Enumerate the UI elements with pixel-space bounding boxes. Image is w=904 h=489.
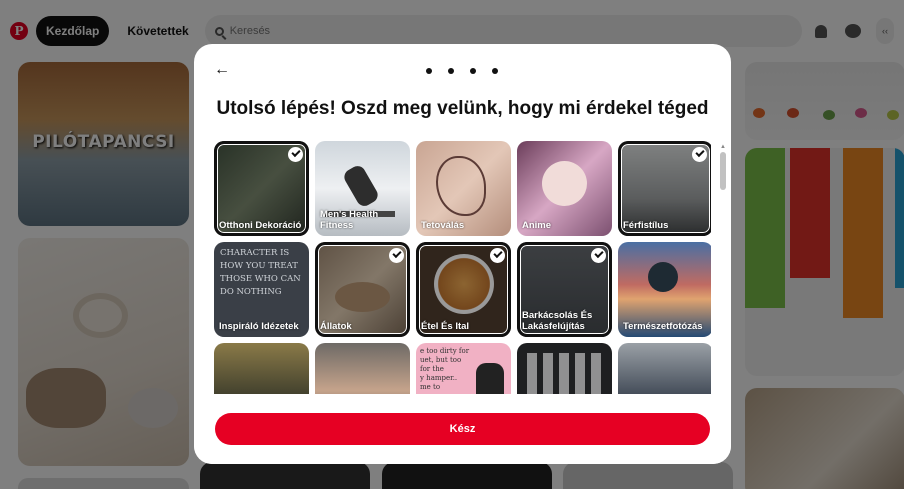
topic-label: Barkácsolás És Lakásfelújítás xyxy=(522,310,593,332)
back-button[interactable]: ← xyxy=(214,62,230,78)
topic-label: Férfistílus xyxy=(623,220,669,231)
check-icon xyxy=(490,248,505,263)
topic-tile-fitness[interactable]: Men's Health Fitness xyxy=(315,141,410,236)
modal-footer: Kész xyxy=(194,394,731,464)
step-dot xyxy=(492,68,498,74)
check-icon xyxy=(389,248,404,263)
quote-text: CHARACTER IS HOW YOU TREAT THOSE WHO CAN… xyxy=(220,248,301,297)
topic-label: Men's Health Fitness xyxy=(320,209,379,231)
topic-tile-animals[interactable]: Állatok xyxy=(315,242,410,337)
scroll-up-icon[interactable]: ▲ xyxy=(720,144,726,150)
topic-label: Otthoni Dekoráció xyxy=(219,220,302,231)
topic-tile-diy[interactable]: Barkácsolás És Lakásfelújítás xyxy=(517,242,612,337)
topic-tile-anime[interactable]: Anime xyxy=(517,141,612,236)
pinterest-screen: P Kezdőlap Követettek Keresés ‹‹ PILÓTAP… xyxy=(0,0,904,489)
check-icon xyxy=(692,147,707,162)
topic-tile-mens-style[interactable]: Férfistílus xyxy=(618,141,711,236)
topic-grid: Otthoni Dekoráció Men's Health Fitness T… xyxy=(214,141,711,437)
check-icon xyxy=(591,248,606,263)
topic-label: Állatok xyxy=(320,321,352,332)
topic-label: Inspiráló Idézetek xyxy=(219,321,299,332)
topic-tile-quotes[interactable]: CHARACTER IS HOW YOU TREAT THOSE WHO CAN… xyxy=(214,242,309,337)
arrow-left-icon: ← xyxy=(214,61,230,78)
quote-text: e too dirty for uet, but too for the y h… xyxy=(420,347,470,391)
step-dot xyxy=(470,68,476,74)
done-button[interactable]: Kész xyxy=(215,413,710,445)
topic-tile-home-decor[interactable]: Otthoni Dekoráció xyxy=(214,141,309,236)
topic-scrollbar[interactable]: ▲ ▼ xyxy=(720,144,726,434)
topic-tile-food[interactable]: Étel És Ital xyxy=(416,242,511,337)
topic-picker-modal: ← Utolsó lépés! Oszd meg velünk, hogy mi… xyxy=(194,44,731,464)
step-dot xyxy=(448,68,454,74)
topic-label: Anime xyxy=(522,220,552,231)
step-indicator xyxy=(426,68,498,74)
topic-label: Étel És Ital xyxy=(421,321,470,332)
topic-label: Természetfotózás xyxy=(623,321,703,332)
scroll-thumb[interactable] xyxy=(720,152,726,190)
modal-title: Utolsó lépés! Oszd meg velünk, hogy mi é… xyxy=(216,98,709,119)
check-icon xyxy=(288,147,303,162)
step-dot xyxy=(426,68,432,74)
topic-tile-nature-photo[interactable]: Természetfotózás xyxy=(618,242,711,337)
topic-label: Tetoválás xyxy=(421,220,465,231)
topic-tile-tattoo[interactable]: Tetoválás xyxy=(416,141,511,236)
